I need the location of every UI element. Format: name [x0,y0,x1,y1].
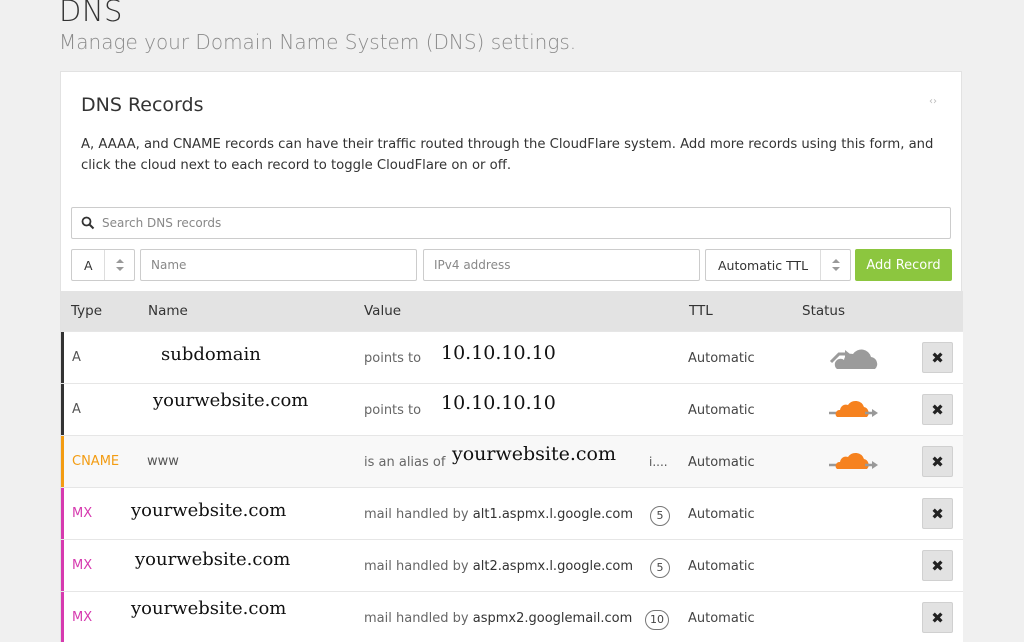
value-label: mail handled by [364,559,469,574]
search-input[interactable] [102,208,942,238]
delete-button[interactable]: ✖ [922,602,953,633]
record-ttl[interactable]: Automatic [688,611,755,626]
cloud-off-icon[interactable] [829,343,879,373]
value-label: points to [364,403,422,418]
record-ttl[interactable]: Automatic [688,403,755,418]
value-label: is an alias of [364,455,446,470]
record-value[interactable]: 10.10.10.10 [441,392,556,414]
value-label: mail handled by [364,611,469,626]
priority-badge: 5 [650,506,670,526]
delete-button[interactable]: ✖ [922,446,953,477]
record-ttl[interactable]: Automatic [688,507,755,522]
delete-button[interactable]: ✖ [922,550,953,581]
record-value[interactable]: yourwebsite.com [452,443,616,465]
record-type: A [72,402,81,417]
header-status[interactable]: Status [802,303,845,319]
page-title: DNS [59,0,123,28]
name-field-wrap [140,249,417,281]
record-name[interactable]: yourwebsite.com [135,549,290,570]
record-value[interactable]: alt1.aspmx.l.google.com [473,507,633,522]
delete-button[interactable]: ✖ [922,342,953,373]
delete-button[interactable]: ✖ [922,498,953,529]
search-box[interactable] [71,207,951,239]
record-value[interactable]: alt2.aspmx.l.google.com [473,559,633,574]
spinner-icon[interactable] [820,250,850,280]
header-value[interactable]: Value [364,303,401,319]
record-name[interactable]: yourwebsite.com [131,500,286,521]
ttl-select-value: Automatic TTL [718,258,809,273]
record-type: A [72,350,81,365]
record-ttl[interactable]: Automatic [688,351,755,366]
value-field-wrap [423,249,700,281]
expand-icon[interactable]: ‹› [929,96,937,107]
page-subtitle: Manage your Domain Name System (DNS) set… [59,30,577,54]
record-name[interactable]: www [147,454,179,469]
record-type: CNAME [72,454,120,469]
table-row: MX yourwebsite.com mail handled by alt2.… [61,539,963,591]
value-label-wrap: mail handled by alt2.aspmx.l.google.com [364,559,633,574]
table-row: CNAME www is an alias of yourwebsite.com… [61,435,963,487]
record-type-select[interactable]: A [71,249,135,281]
value-label: points to [364,351,422,366]
priority-badge: 10 [645,610,669,630]
ipv4-address-field[interactable] [424,250,699,280]
name-field[interactable] [141,250,416,280]
record-name[interactable]: subdomain [161,344,261,365]
header-name[interactable]: Name [148,303,188,319]
record-name[interactable]: yourwebsite.com [131,598,286,619]
record-type: MX [72,610,93,625]
record-value[interactable]: 10.10.10.10 [441,342,556,364]
record-type: MX [72,558,93,573]
dns-records-card: DNS Records ‹› A, AAAA, and CNAME record… [60,71,963,642]
delete-button[interactable]: ✖ [922,394,953,425]
record-type-value: A [84,258,93,273]
table-row: A yourwebsite.com points to 10.10.10.10 … [61,383,963,435]
header-ttl[interactable]: TTL [689,303,713,319]
value-label: mail handled by [364,507,469,522]
add-record-form: A Automatic TTL Add Record [71,249,952,281]
priority-badge: 5 [650,558,670,578]
table-row: A subdomain points to 10.10.10.10 Automa… [61,331,963,383]
record-type: MX [72,506,93,521]
table-row: MX yourwebsite.com mail handled by aspmx… [61,591,963,642]
record-ttl[interactable]: Automatic [688,559,755,574]
record-value-truncated: i.... [649,455,668,469]
value-label-wrap: mail handled by aspmx2.googlemail.com [364,611,632,626]
add-record-button[interactable]: Add Record [855,249,952,281]
record-name[interactable]: yourwebsite.com [153,390,308,411]
record-value[interactable]: aspmx2.googlemail.com [473,611,633,626]
spinner-icon[interactable] [104,250,134,280]
value-label-wrap: mail handled by alt1.aspmx.l.google.com [364,507,633,522]
dns-records-table: Type Name Value TTL Status A subdomain p… [61,291,963,642]
header-type[interactable]: Type [71,303,102,319]
search-icon [81,216,95,230]
record-ttl[interactable]: Automatic [688,455,755,470]
cloud-on-icon[interactable] [829,447,879,477]
cloud-on-icon[interactable] [829,395,879,425]
table-header: Type Name Value TTL Status [61,291,963,331]
card-title: DNS Records [81,94,204,116]
card-description: A, AAAA, and CNAME records can have thei… [81,137,934,173]
table-row: MX yourwebsite.com mail handled by alt1.… [61,487,963,539]
ttl-select[interactable]: Automatic TTL [705,249,851,281]
